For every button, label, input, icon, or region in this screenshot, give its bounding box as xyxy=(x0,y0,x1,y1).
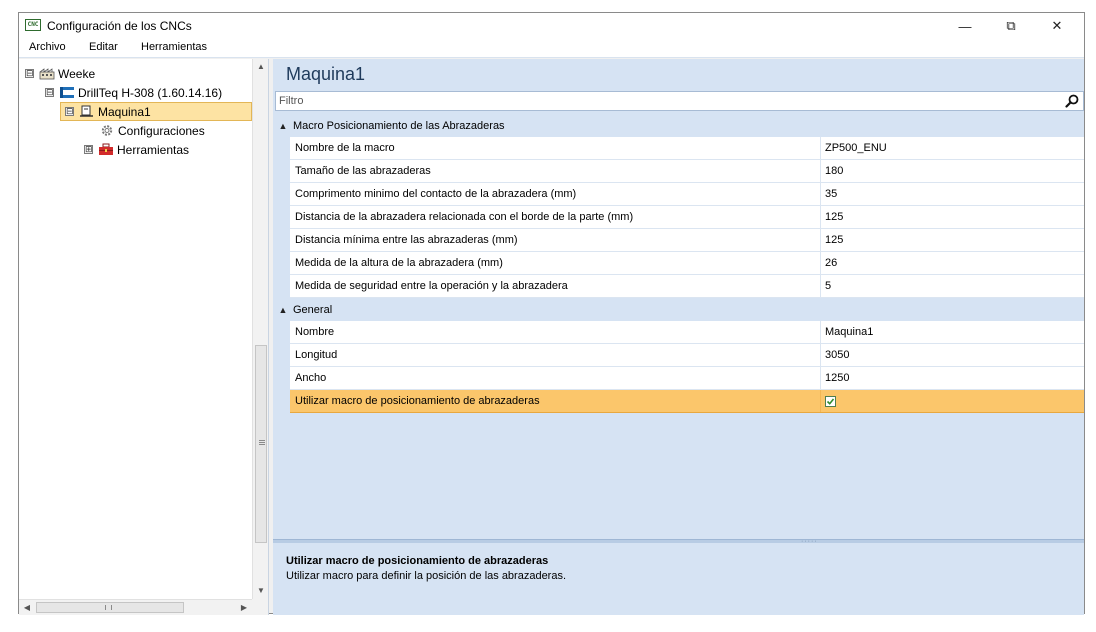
property-name: Nombre xyxy=(290,321,821,343)
property-value[interactable]: 125 xyxy=(821,229,1084,251)
property-name: Distancia de la abrazadera relacionada c… xyxy=(290,206,821,228)
page-title: Maquina1 xyxy=(286,64,366,84)
main-window: CNC Configuración de los CNCs — ⧉ ✕ Arch… xyxy=(18,12,1085,615)
property-row[interactable]: Longitud 3050 xyxy=(290,344,1084,367)
property-value[interactable]: 3050 xyxy=(821,344,1084,366)
property-name: Distancia mínima entre las abrazaderas (… xyxy=(290,229,821,251)
property-name: Medida de seguridad entre la operación y… xyxy=(290,275,821,297)
category-macro-posicionamiento[interactable]: ▲ Macro Posicionamiento de las Abrazader… xyxy=(273,114,1084,137)
property-row[interactable]: Nombre Maquina1 xyxy=(290,321,1084,344)
property-value[interactable]: 5 xyxy=(821,275,1084,297)
minimize-button[interactable]: — xyxy=(942,13,988,39)
property-value[interactable] xyxy=(821,390,1084,412)
scroll-thumb[interactable] xyxy=(255,345,267,543)
property-name: Nombre de la macro xyxy=(290,137,821,159)
toolbox-icon xyxy=(98,143,114,156)
cnc-app-icon: CNC xyxy=(25,19,41,31)
tree-label-herramientas: Herramientas xyxy=(117,142,190,157)
property-row[interactable]: Distancia mínima entre las abrazaderas (… xyxy=(290,229,1084,252)
use-macro-checkbox[interactable] xyxy=(825,396,836,407)
collapse-icon[interactable]: ⊟ xyxy=(65,107,74,116)
description-title: Utilizar macro de posicionamiento de abr… xyxy=(286,555,549,567)
category-general[interactable]: ▲ General xyxy=(273,298,1084,321)
checkmark-icon xyxy=(826,398,835,405)
property-name: Longitud xyxy=(290,344,821,366)
collapse-icon[interactable]: ⊟ xyxy=(45,88,54,97)
scroll-left-icon[interactable]: ◀ xyxy=(19,600,35,616)
menu-editar[interactable]: Editar xyxy=(89,41,118,53)
scroll-up-icon[interactable]: ▲ xyxy=(253,59,269,75)
property-row[interactable]: Tamaño de las abrazaderas 180 xyxy=(290,160,1084,183)
property-value[interactable]: 180 xyxy=(821,160,1084,182)
property-name: Comprimento minimo del contacto de la ab… xyxy=(290,183,821,205)
tree-item-herramientas[interactable]: ⊞ Herramientas xyxy=(84,140,189,159)
description-area: Utilizar macro de posicionamiento de abr… xyxy=(273,543,1084,615)
property-grid: ▲ Macro Posicionamiento de las Abrazader… xyxy=(273,114,1084,413)
menu-herramientas[interactable]: Herramientas xyxy=(141,41,207,53)
search-icon[interactable] xyxy=(1065,94,1079,108)
property-value[interactable]: 1250 xyxy=(821,367,1084,389)
tree-horizontal-scrollbar[interactable]: ◀ ▶ xyxy=(19,599,252,615)
property-name: Medida de la altura de la abrazadera (mm… xyxy=(290,252,821,274)
property-row[interactable]: Distancia de la abrazadera relacionada c… xyxy=(290,206,1084,229)
cnc-machine-icon xyxy=(59,86,75,99)
tree-vertical-scrollbar[interactable]: ▲ ▼ xyxy=(252,59,268,599)
filter-input[interactable] xyxy=(279,94,1039,108)
filter-box[interactable] xyxy=(275,91,1084,111)
scrollbar-corner xyxy=(252,599,268,615)
property-name: Utilizar macro de posicionamiento de abr… xyxy=(290,390,821,412)
property-value[interactable]: ZP500_ENU xyxy=(821,137,1084,159)
machine-tree: ⊟ Weeke ⊟ DrillTeq H-308 (1.60.14.16) ⊟ … xyxy=(19,59,269,615)
category-label: Macro Posicionamiento de las Abrazaderas xyxy=(293,119,505,132)
property-name: Tamaño de las abrazaderas xyxy=(290,160,821,182)
title-bar: CNC Configuración de los CNCs — ⧉ ✕ xyxy=(19,13,1084,39)
scroll-right-icon[interactable]: ▶ xyxy=(236,600,252,616)
tree-label-maquina1: Maquina1 xyxy=(98,104,151,119)
property-row[interactable]: Medida de la altura de la abrazadera (mm… xyxy=(290,252,1084,275)
maximize-button[interactable]: ⧉ xyxy=(988,13,1034,39)
menu-bar: Archivo Editar Herramientas xyxy=(19,39,1084,58)
machine-icon xyxy=(79,105,95,118)
property-value[interactable]: 26 xyxy=(821,252,1084,274)
property-value[interactable]: 125 xyxy=(821,206,1084,228)
tree-label-configuraciones: Configuraciones xyxy=(118,123,205,138)
tree-label-drillteq: DrillTeq H-308 (1.60.14.16) xyxy=(78,85,223,100)
property-row-selected[interactable]: Utilizar macro de posicionamiento de abr… xyxy=(290,390,1084,413)
tree-item-configuraciones[interactable]: Configuraciones xyxy=(99,121,205,140)
expand-icon[interactable]: ⊞ xyxy=(84,145,93,154)
scroll-thumb-horizontal[interactable] xyxy=(36,602,184,613)
gear-icon xyxy=(99,124,115,137)
menu-archivo[interactable]: Archivo xyxy=(29,41,66,53)
close-button[interactable]: ✕ xyxy=(1034,13,1080,39)
tree-item-weeke[interactable]: ⊟ Weeke xyxy=(25,64,95,83)
property-row[interactable]: Ancho 1250 xyxy=(290,367,1084,390)
collapse-icon[interactable]: ⊟ xyxy=(25,69,34,78)
category-label: General xyxy=(293,303,333,316)
property-panel: Maquina1 ▲ Macro Posicionamiento de las … xyxy=(273,59,1084,615)
property-row[interactable]: Comprimento minimo del contacto de la ab… xyxy=(290,183,1084,206)
tree-item-maquina1[interactable]: ⊟ Maquina1 xyxy=(60,102,252,121)
collapse-category-icon[interactable]: ▲ xyxy=(273,121,293,131)
window-title: Configuración de los CNCs xyxy=(47,19,192,33)
property-name: Ancho xyxy=(290,367,821,389)
tree-label-weeke: Weeke xyxy=(58,66,96,81)
description-text: Utilizar macro para definir la posición … xyxy=(286,570,567,582)
collapse-category-icon[interactable]: ▲ xyxy=(273,305,293,315)
property-value[interactable]: 35 xyxy=(821,183,1084,205)
property-row[interactable]: Medida de seguridad entre la operación y… xyxy=(290,275,1084,298)
scroll-down-icon[interactable]: ▼ xyxy=(253,583,269,599)
property-row[interactable]: Nombre de la macro ZP500_ENU xyxy=(290,137,1084,160)
tree-item-drillteq[interactable]: ⊟ DrillTeq H-308 (1.60.14.16) xyxy=(45,83,222,102)
factory-icon xyxy=(39,67,55,80)
property-value[interactable]: Maquina1 xyxy=(821,321,1084,343)
